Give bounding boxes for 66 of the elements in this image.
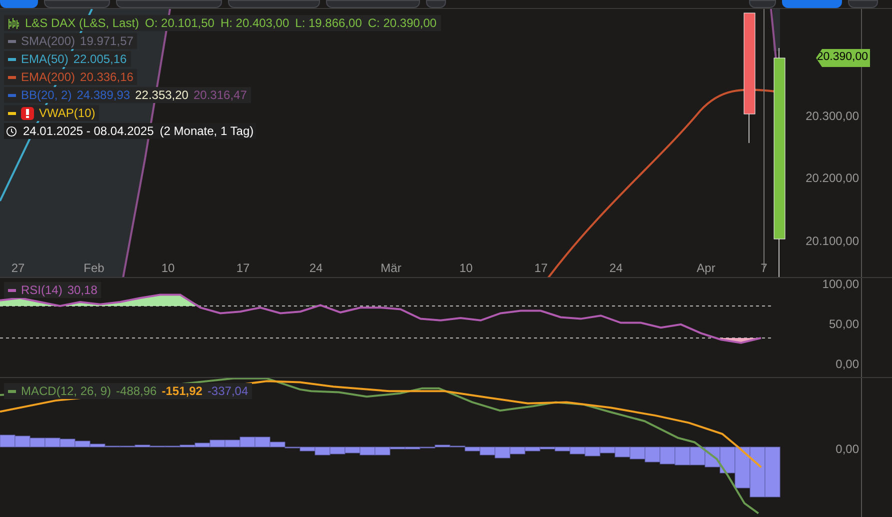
date-range: 24.01.2025 - 08.04.2025 bbox=[23, 123, 154, 140]
indicator-value: 22.005,16 bbox=[73, 51, 127, 68]
time-axis-label: 24 bbox=[609, 260, 623, 277]
histogram-bar bbox=[660, 446, 676, 464]
histogram-bar bbox=[240, 436, 256, 448]
indicator-name: MACD(12, 26, 9) bbox=[21, 383, 112, 400]
histogram-bar bbox=[690, 446, 706, 466]
toolbar-button[interactable] bbox=[848, 0, 878, 8]
histogram-bar bbox=[60, 438, 76, 448]
indicator-name: EMA(200) bbox=[21, 69, 76, 86]
time-axis-label: Mär bbox=[380, 260, 402, 277]
indicator-name: VWAP(10) bbox=[39, 105, 96, 122]
last-price-tag: 20.390,00 bbox=[816, 49, 870, 67]
indicator-value: -151,92 bbox=[162, 383, 202, 400]
histogram-bar bbox=[764, 446, 780, 498]
indicator-value: 24.389,93 bbox=[76, 87, 130, 104]
indicator-value: 20.336,16 bbox=[80, 69, 134, 86]
ohlc-value: H: 20.403,00 bbox=[220, 15, 290, 32]
time-axis-label: 17 bbox=[534, 260, 548, 277]
histogram-bar bbox=[0, 434, 16, 448]
toolbar-button[interactable] bbox=[426, 0, 446, 8]
toolbar-button[interactable] bbox=[782, 0, 842, 8]
indicator-value: 19.971,57 bbox=[80, 33, 134, 50]
indicator-value: -337,04 bbox=[207, 383, 248, 400]
indicator-value: 20.316,47 bbox=[193, 87, 247, 104]
rsi-axis-label: 0,00 bbox=[836, 356, 859, 373]
toolbar-button[interactable] bbox=[0, 0, 38, 8]
indicator-value: 22.353,20 bbox=[135, 87, 188, 104]
indicator-name: EMA(50) bbox=[21, 51, 68, 68]
indicator-value: -488,96 bbox=[116, 383, 157, 400]
rsi-axis-label: 50,00 bbox=[828, 316, 859, 333]
clock-icon bbox=[6, 126, 17, 136]
macd-axis-label: 0,00 bbox=[836, 441, 859, 458]
time-axis-label: 27 bbox=[11, 260, 25, 277]
histogram-bar bbox=[44, 438, 60, 448]
price-axis-label: 20.200,00 bbox=[806, 170, 859, 187]
histogram-bar bbox=[630, 446, 646, 460]
price-axis-label: 20.100,00 bbox=[806, 233, 859, 250]
time-axis-label: 7 bbox=[760, 260, 768, 277]
histogram-bar bbox=[30, 438, 46, 448]
indicator-name: RSI(14) bbox=[21, 282, 62, 299]
ohlc-value: C: 20.390,00 bbox=[368, 15, 437, 32]
histogram-bar bbox=[644, 446, 660, 462]
price-axis-label: 20.300,00 bbox=[806, 108, 859, 125]
time-axis-label: Feb bbox=[84, 260, 104, 277]
rsi-axis-label: 100,00 bbox=[822, 276, 859, 293]
ohlc-value: O: 20.101,50 bbox=[145, 15, 214, 32]
ohlc-value: L: 19.866,00 bbox=[295, 15, 362, 32]
histogram-bar bbox=[14, 436, 30, 448]
legend-swatch bbox=[8, 288, 16, 292]
histogram-bar bbox=[360, 446, 376, 456]
time-axis-label: 24 bbox=[309, 260, 323, 277]
histogram-bar bbox=[584, 446, 600, 456]
time-axis-label: 17 bbox=[236, 260, 250, 277]
indicator-name: BB(20, 2) bbox=[21, 87, 72, 104]
toolbar-button[interactable] bbox=[749, 0, 776, 8]
instrument-name: L&S DAX (L&S, Last) bbox=[25, 15, 140, 32]
indicator-name: SMA(200) bbox=[21, 33, 76, 50]
time-axis-label: Apr bbox=[696, 260, 716, 277]
toolbar-button[interactable] bbox=[44, 0, 110, 8]
histogram-bar bbox=[674, 446, 690, 466]
indicator-value: 30,18 bbox=[67, 282, 98, 299]
time-axis-label: 10 bbox=[161, 260, 175, 277]
date-duration: (2 Monate, 1 Tag) bbox=[160, 123, 254, 140]
time-axis-label: 10 bbox=[459, 260, 473, 277]
histogram-bar bbox=[750, 446, 766, 498]
